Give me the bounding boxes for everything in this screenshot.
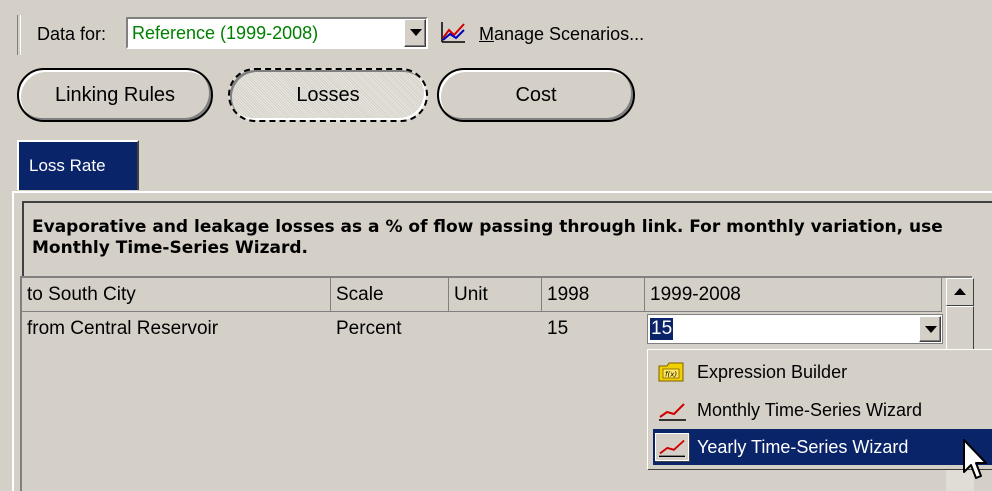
header-cell-destination: to South City: [22, 278, 331, 312]
panel-description: Evaporative and leakage losses as a % of…: [32, 217, 943, 258]
expression-builder-icon: f(x): [658, 362, 684, 382]
toolbar-grip[interactable]: [17, 15, 21, 55]
chevron-up-icon: [954, 288, 966, 295]
menu-item-label: Yearly Time-Series Wizard: [697, 437, 909, 457]
svg-text:f(x): f(x): [665, 371, 677, 379]
scroll-up-button[interactable]: [946, 278, 974, 306]
cost-button[interactable]: Cost: [437, 68, 635, 122]
value-options-menu: f(x) Expression Builder Monthly Time-Ser…: [647, 349, 992, 469]
menu-item-label: Monthly Time-Series Wizard: [697, 400, 923, 420]
scale-cell[interactable]: Percent: [331, 312, 449, 346]
losses-button[interactable]: Losses: [228, 68, 428, 122]
header-cell-unit: Unit: [449, 278, 542, 312]
menu-item-yearly-wizard[interactable]: Yearly Time-Series Wizard: [653, 429, 992, 465]
timeseries-icon: [659, 403, 686, 421]
row-name-cell[interactable]: from Central Reservoir: [22, 312, 331, 346]
unit-cell[interactable]: [449, 312, 542, 346]
header-cell-scale: Scale: [331, 278, 449, 312]
menu-item-monthly-wizard[interactable]: Monthly Time-Series Wizard: [653, 392, 992, 428]
chevron-down-icon: [410, 29, 422, 36]
linking-rules-button[interactable]: Linking Rules: [17, 68, 213, 122]
scenario-value: Reference (1999-2008): [132, 23, 319, 43]
menu-item-expression-builder[interactable]: f(x) Expression Builder: [653, 354, 992, 390]
scenario-toolbar: Data for: Reference (1999-2008) Manage S…: [0, 0, 992, 60]
timeseries-icon: [655, 433, 689, 461]
manage-scenarios-icon[interactable]: [440, 20, 466, 44]
value-1998-cell[interactable]: 15: [542, 312, 645, 346]
value-1999-2008-input[interactable]: 15: [650, 318, 674, 340]
scenario-dropdown-button[interactable]: [404, 19, 426, 47]
value-1999-2008-editor[interactable]: 15: [647, 314, 943, 344]
menu-item-label: Expression Builder: [697, 362, 848, 382]
manage-scenarios-button[interactable]: Manage Scenarios...: [479, 24, 644, 45]
chevron-down-icon: [925, 326, 937, 333]
header-cell-1999-2008: 1999-2008: [645, 278, 942, 312]
tab-loss-rate[interactable]: Loss Rate: [17, 140, 139, 190]
scenario-select[interactable]: Reference (1999-2008): [126, 17, 428, 49]
data-for-label: Data for:: [37, 24, 107, 44]
value-dropdown-button[interactable]: [919, 316, 941, 342]
grid-header-row: to South City Scale Unit 1998 1999-2008: [22, 278, 942, 312]
mouse-cursor-icon: [963, 439, 987, 479]
header-cell-1998: 1998: [542, 278, 645, 312]
